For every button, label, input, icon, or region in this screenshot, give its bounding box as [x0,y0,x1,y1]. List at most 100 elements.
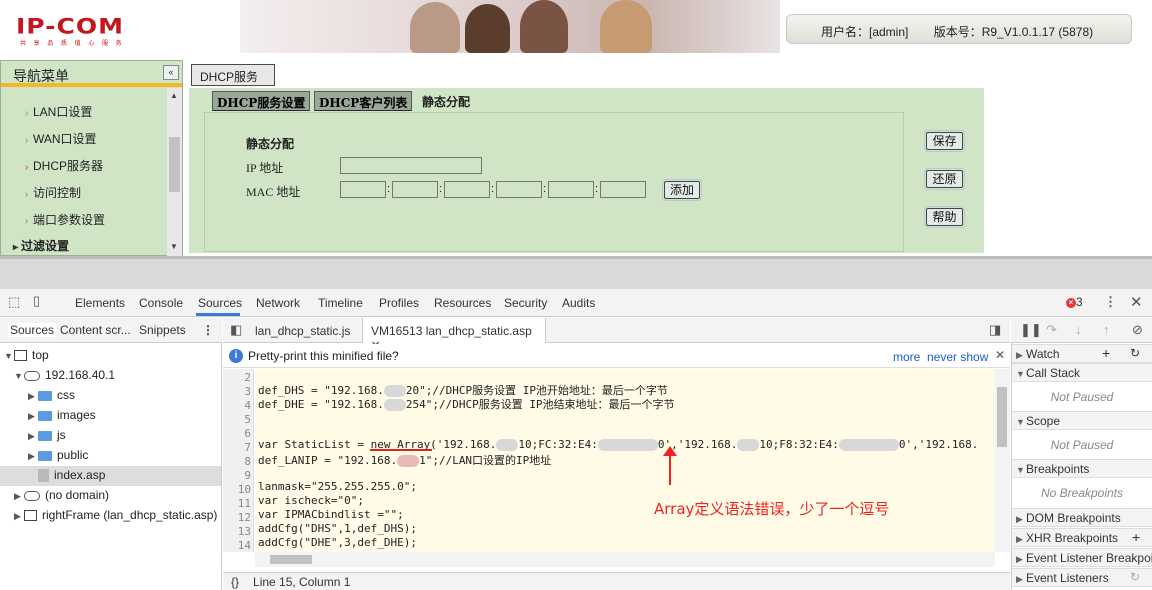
mac-field-6[interactable] [600,181,646,198]
tab-elements[interactable]: Elements [75,296,125,310]
line-number[interactable]: 8 [223,455,251,468]
nav-item-dhcp[interactable]: › DHCP服务器 [25,157,103,174]
tree-host[interactable]: ▼ 192.168.40.1 [14,368,115,382]
pretty-print-button[interactable]: {} [231,575,239,589]
tab-sources-nav[interactable]: Sources [8,323,57,337]
inspect-icon[interactable]: ⬚ [8,294,20,310]
tree-file-index[interactable]: index.asp [38,468,105,483]
help-button[interactable]: 帮助 [924,206,965,228]
frame-icon [24,510,37,522]
redacted-blur [496,439,519,451]
pause-icon[interactable]: ❚❚ [1020,322,1042,338]
save-button[interactable]: 保存 [924,130,965,152]
step-out-icon[interactable]: ↑ [1103,322,1110,337]
tree-top[interactable]: ▼ top [4,348,49,362]
line-number[interactable]: 10 [223,483,251,496]
nav-group-filter[interactable]: ▸ 过滤设置 [13,237,69,254]
line-number[interactable]: 3 [223,385,251,398]
line-number[interactable]: 14 [223,539,251,552]
section-event-listener-breakpoints[interactable]: ▶Event Listener Breakpoints [1012,548,1152,567]
line-number[interactable]: 5 [223,413,251,426]
scroll-up-icon[interactable]: ▲ [170,91,178,100]
section-label: Event Listeners [1026,571,1109,585]
device-mode-icon[interactable]: ▯ [33,293,40,309]
expand-down-icon: ▼ [4,351,13,361]
section-breakpoints[interactable]: ▼Breakpoints [1012,459,1152,478]
section-dom-breakpoints[interactable]: ▶ DOM Breakpoints [1012,508,1152,527]
line-number[interactable]: 2 [223,371,251,384]
tree-folder-public[interactable]: ▶ public [28,448,88,462]
refresh-icon[interactable]: ↻ [1130,346,1140,360]
tab-snippets[interactable]: Snippets [139,323,186,337]
line-number[interactable]: 11 [223,497,251,510]
tree-folder-css[interactable]: ▶ css [28,388,75,402]
add-watch-icon[interactable]: + [1102,345,1110,361]
section-call-stack[interactable]: ▼Call Stack [1012,363,1152,382]
tab-resources[interactable]: Resources [434,296,491,310]
section-scope[interactable]: ▼Scope [1012,411,1152,430]
editor-tab-js[interactable]: lan_dhcp_static.js [247,318,358,343]
refresh-icon[interactable]: ↻ [1130,570,1140,584]
nav-item-lan[interactable]: › LAN口设置 [25,103,92,120]
editor-hscroll-thumb[interactable] [270,555,312,564]
toggle-navigator-icon[interactable]: ◧ [230,322,242,338]
nav-item-port[interactable]: › 端口参数设置 [25,211,105,228]
error-underline [370,449,432,451]
mac-field-3[interactable] [444,181,490,198]
nav-item-wan[interactable]: › WAN口设置 [25,130,97,147]
editor-statusbar: {} Line 15, Column 1 [223,572,1010,590]
tab-dhcp-server[interactable]: DHCP服务器 [191,64,275,101]
ip-address-input[interactable] [340,157,482,174]
section-watch[interactable]: ▶ Watch + ↻ [1012,344,1152,363]
add-button[interactable]: 添加 [662,179,702,201]
mac-field-5[interactable] [548,181,594,198]
more-link[interactable]: more [893,350,920,364]
tree-right-frame[interactable]: ▶ rightFrame (lan_dhcp_static.asp) [14,508,217,522]
deactivate-breakpoints-icon[interactable]: ⊘ [1132,322,1143,338]
tab-profiles[interactable]: Profiles [379,296,419,310]
tab-content-scripts[interactable]: Content scr... [60,323,131,337]
line-number[interactable]: 9 [223,469,251,482]
editor-tab-asp[interactable]: VM16513 lan_dhcp_static.asp ✕ [362,318,546,352]
tab-sources[interactable]: Sources [198,296,242,310]
tab-network[interactable]: Network [256,296,300,310]
close-icon[interactable]: ✕ [1130,293,1143,311]
mac-field-2[interactable] [392,181,438,198]
annotation-arrow [669,447,671,485]
tab-console[interactable]: Console [139,296,183,310]
subtab-dhcp-settings[interactable]: DHCP服务设置 [212,91,311,111]
tree-folder-images[interactable]: ▶ images [28,408,96,422]
line-number[interactable]: 4 [223,399,251,412]
nav-collapse-button[interactable]: « [163,65,179,80]
more-options-icon[interactable]: ⋮ [202,323,214,337]
nav-item-access[interactable]: › 访问控制 [25,184,81,201]
more-options-icon[interactable]: ⋮ [1104,294,1117,310]
nav-scroll-thumb[interactable] [169,137,180,192]
restore-button[interactable]: 还原 [924,168,965,190]
tree-no-domain[interactable]: ▶ (no domain) [14,488,109,502]
line-number[interactable]: 7 [223,441,251,454]
editor-vscroll-thumb[interactable] [997,387,1007,447]
section-xhr-breakpoints[interactable]: ▶ XHR Breakpoints + [1012,528,1152,547]
tab-audits[interactable]: Audits [562,296,595,310]
step-over-icon[interactable]: ↷ [1046,322,1057,338]
step-into-icon[interactable]: ↓ [1075,322,1082,337]
editor-hscrollbar[interactable] [255,552,995,567]
never-show-link[interactable]: never show [927,350,988,364]
section-event-listeners[interactable]: ▶ Event Listeners ↻ [1012,568,1152,587]
line-number[interactable]: 6 [223,427,251,440]
subtab-static-assign[interactable]: 静态分配 [418,91,474,111]
tab-security[interactable]: Security [504,296,547,310]
close-infobar-icon[interactable]: ✕ [995,348,1005,362]
error-counter[interactable]: × 3 [1066,295,1083,309]
toggle-debugger-icon[interactable]: ◨ [989,322,1001,338]
tab-timeline[interactable]: Timeline [318,296,363,310]
mac-field-1[interactable] [340,181,386,198]
line-number[interactable]: 12 [223,511,251,524]
mac-field-4[interactable] [496,181,542,198]
line-number[interactable]: 13 [223,525,251,538]
add-xhr-icon[interactable]: + [1132,529,1140,545]
scroll-down-icon[interactable]: ▼ [170,242,178,251]
subtab-dhcp-clients[interactable]: DHCP客户列表 [314,91,413,111]
tree-folder-js[interactable]: ▶ js [28,428,66,442]
